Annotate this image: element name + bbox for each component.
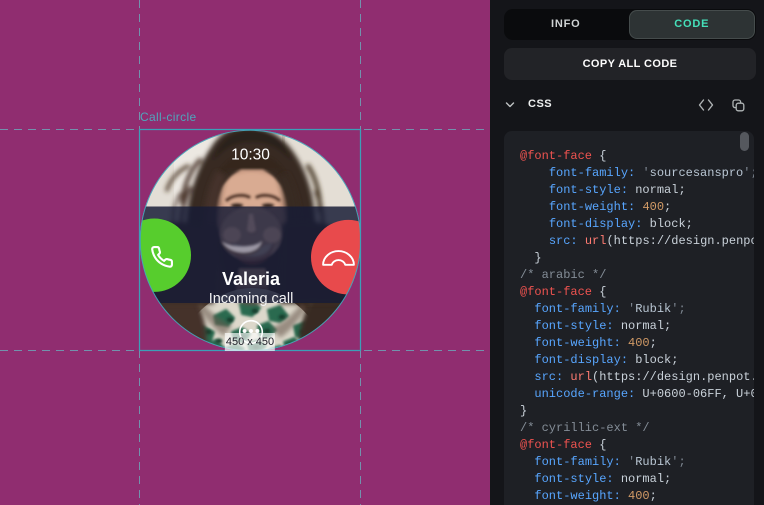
svg-text:Valeria: Valeria [221, 269, 280, 289]
svg-text:Incoming call: Incoming call [208, 291, 293, 307]
svg-text:10:30: 10:30 [231, 146, 270, 163]
